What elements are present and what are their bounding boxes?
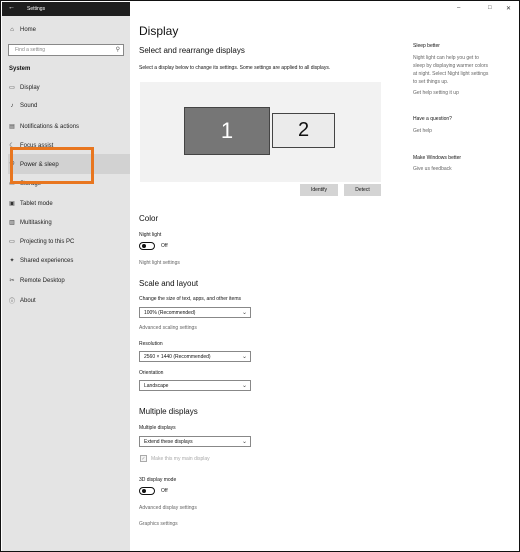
minimize-icon[interactable]: –: [457, 5, 460, 11]
color-heading: Color: [139, 214, 159, 223]
chevron-down-icon: ⌄: [241, 439, 247, 445]
advanced-display-link[interactable]: Advanced display settings: [139, 505, 197, 511]
night-light-settings-link[interactable]: Night light settings: [139, 260, 180, 266]
sleep-better-text-line: at night. Select Night light settings: [413, 71, 489, 77]
display-arrangement-area: 1 2: [140, 82, 381, 182]
monitor-1[interactable]: 1: [184, 107, 270, 155]
arrange-description: Select a display below to change its set…: [139, 65, 331, 71]
chevron-down-icon: ⌄: [241, 383, 247, 389]
home-icon: ⌂: [10, 27, 14, 33]
sidebar-item-label: Remote Desktop: [20, 277, 65, 284]
sidebar-item-shared-experiences[interactable]: ✦ Shared experiences: [8, 257, 74, 265]
sidebar-item-label: Multitasking: [20, 219, 52, 226]
scale-dropdown[interactable]: 100% (Recommended) ⌄: [139, 307, 251, 318]
make-windows-better-heading: Make Windows better: [413, 155, 462, 161]
search-icon: ⚲: [115, 47, 120, 53]
arrange-heading: Select and rearrange displays: [139, 46, 245, 55]
sleep-better-heading: Sleep better: [413, 43, 440, 49]
get-help-setting-up-link[interactable]: Get help setting it up: [413, 90, 459, 96]
title-bar: ← Settings: [2, 2, 130, 16]
feedback-link[interactable]: Give us feedback: [413, 166, 452, 172]
sleep-better-text-line: to set things up.: [413, 79, 449, 85]
identify-button[interactable]: Identify: [300, 184, 338, 196]
toggle-knob: [142, 244, 146, 248]
orientation-value: Landscape: [144, 383, 169, 389]
detect-button[interactable]: Detect: [344, 184, 381, 196]
notifications-icon: ▤: [9, 124, 15, 130]
orientation-label: Orientation: [139, 370, 164, 376]
chevron-down-icon: ⌄: [241, 310, 247, 316]
sidebar-item-label: Tablet mode: [20, 200, 53, 207]
sidebar-item-projecting[interactable]: ▭ Projecting to this PC: [8, 238, 75, 246]
3d-display-mode-label: 3D display mode: [139, 477, 177, 483]
sleep-better-text-line: sleep by displaying warmer colors: [413, 63, 489, 69]
3d-display-mode-toggle[interactable]: [139, 487, 155, 495]
monitor-2[interactable]: 2: [272, 113, 335, 148]
search-input[interactable]: Find a setting ⚲: [8, 44, 124, 56]
info-icon: ⓘ: [8, 299, 15, 305]
orientation-dropdown[interactable]: Landscape ⌄: [139, 380, 251, 391]
advanced-scaling-link[interactable]: Advanced scaling settings: [139, 325, 197, 331]
main-display-checkbox[interactable]: ✓: [140, 455, 147, 462]
toggle-knob: [142, 489, 146, 493]
question-heading: Have a question?: [413, 116, 452, 122]
share-icon: ✦: [9, 258, 15, 264]
sidebar-item-label: Projecting to this PC: [20, 238, 75, 245]
remote-icon: ✂: [9, 278, 15, 284]
scale-heading: Scale and layout: [139, 279, 199, 288]
sidebar-section-heading: System: [9, 66, 31, 72]
graphics-settings-link[interactable]: Graphics settings: [139, 521, 178, 527]
close-icon[interactable]: ✕: [506, 5, 511, 12]
speaker-icon: ♪: [10, 103, 14, 109]
scale-value: 100% (Recommended): [144, 310, 196, 316]
get-help-link[interactable]: Get help: [413, 128, 432, 134]
multitasking-icon: ▥: [9, 220, 15, 226]
resolution-dropdown[interactable]: 2560 × 1440 (Recommended) ⌄: [139, 351, 251, 362]
sidebar-item-label: Notifications & actions: [20, 123, 80, 130]
sidebar-item-label: Home: [20, 27, 37, 33]
night-light-toggle[interactable]: [139, 242, 155, 250]
sidebar-item-notifications[interactable]: ▤ Notifications & actions: [8, 123, 80, 131]
sidebar-item-label: Display: [20, 84, 40, 91]
resolution-value: 2560 × 1440 (Recommended): [144, 354, 211, 360]
3d-display-mode-state: Off: [161, 488, 168, 494]
multiple-displays-value: Extend these displays: [144, 439, 193, 445]
sidebar-item-tablet-mode[interactable]: ▣ Tablet mode: [8, 200, 53, 208]
multiple-displays-label: Multiple displays: [139, 425, 176, 431]
sidebar-item-remote-desktop[interactable]: ✂ Remote Desktop: [8, 277, 65, 285]
sidebar-item-label: About: [20, 297, 36, 304]
sleep-better-text-line: Night light can help you get to: [413, 55, 479, 61]
back-arrow-icon[interactable]: ←: [8, 4, 15, 11]
resolution-label: Resolution: [139, 341, 163, 347]
monitor-icon: ▭: [9, 85, 15, 91]
main-content: – □ ✕ Display Select and rearrange displ…: [130, 2, 519, 551]
sidebar-item-display[interactable]: ▭ Display: [8, 84, 40, 92]
window-title: Settings: [27, 6, 46, 12]
sidebar-item-multitasking[interactable]: ▥ Multitasking: [8, 219, 52, 227]
settings-window: ← Settings ⌂ Home Find a setting ⚲ Syste…: [0, 0, 520, 552]
search-placeholder: Find a setting: [15, 47, 46, 53]
sidebar-item-label: Sound: [20, 103, 38, 109]
scale-label: Change the size of text, apps, and other…: [139, 296, 242, 302]
multiple-displays-heading: Multiple displays: [139, 407, 198, 416]
main-display-label: Make this my main display: [151, 456, 210, 462]
sidebar-item-about[interactable]: ⓘ About: [8, 296, 36, 306]
multiple-displays-dropdown[interactable]: Extend these displays ⌄: [139, 436, 251, 447]
tablet-icon: ▣: [9, 201, 15, 207]
sidebar-item-home[interactable]: ⌂ Home: [8, 27, 36, 33]
maximize-icon[interactable]: □: [488, 5, 492, 11]
sidebar-item-label: Shared experiences: [20, 257, 74, 264]
projector-icon: ▭: [9, 239, 15, 245]
sidebar-item-sound[interactable]: ♪ Sound: [8, 103, 38, 109]
night-light-label: Night light: [139, 232, 162, 238]
chevron-down-icon: ⌄: [241, 354, 247, 360]
sidebar: ← Settings ⌂ Home Find a setting ⚲ Syste…: [2, 2, 130, 551]
page-title: Display: [139, 24, 179, 38]
highlight-callout-box: [10, 147, 94, 184]
night-light-state: Off: [161, 243, 168, 249]
